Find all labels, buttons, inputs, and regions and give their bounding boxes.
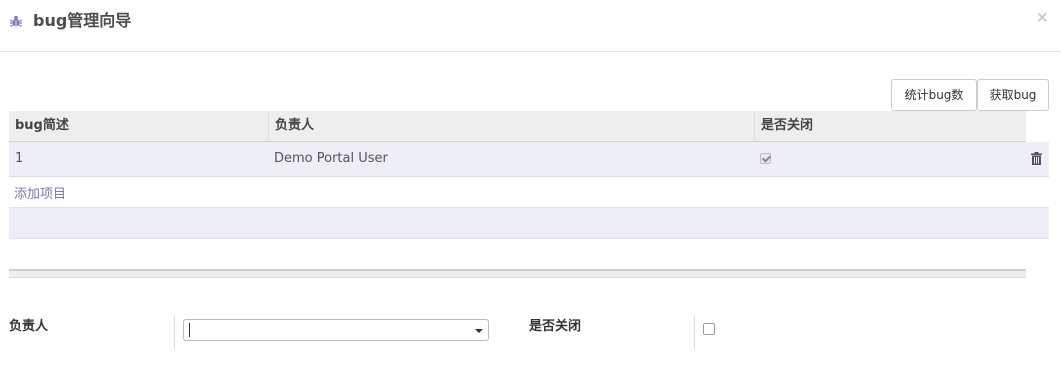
cell-description[interactable]: 1 (15, 142, 23, 176)
chevron-down-icon[interactable] (475, 329, 483, 333)
closed-checkbox-checked (760, 153, 771, 164)
table-header: bug简述 负责人 是否关闭 (9, 111, 1026, 142)
text-cursor (189, 323, 190, 337)
table-row[interactable]: 1 Demo Portal User (9, 142, 1049, 177)
count-bugs-button[interactable]: 统计bug数 (891, 79, 977, 111)
bug-icon (9, 15, 23, 28)
add-item-row: 添加项目 (9, 177, 1049, 207)
table-footer (9, 269, 1026, 278)
cell-owner[interactable]: Demo Portal User (274, 142, 388, 176)
close-icon[interactable]: × (1036, 7, 1049, 27)
fetch-bugs-button[interactable]: 获取bug (977, 79, 1049, 111)
closed-checkbox[interactable] (703, 323, 715, 335)
field-separator (694, 316, 695, 349)
field-separator (174, 316, 175, 349)
column-header-closed[interactable]: 是否关闭 (755, 111, 1026, 142)
owner-label: 负责人 (9, 319, 49, 334)
trash-icon[interactable] (1031, 152, 1042, 165)
dialog-title: bug管理向导 (33, 11, 132, 30)
empty-table-row (9, 207, 1049, 239)
add-item-link[interactable]: 添加项目 (14, 183, 66, 202)
closed-label: 是否关闭 (529, 319, 582, 334)
column-header-owner[interactable]: 负责人 (269, 111, 755, 142)
owner-select[interactable] (183, 319, 489, 341)
column-header-description[interactable]: bug简述 (9, 111, 269, 142)
dialog-header: bug管理向导 × (0, 0, 1061, 52)
